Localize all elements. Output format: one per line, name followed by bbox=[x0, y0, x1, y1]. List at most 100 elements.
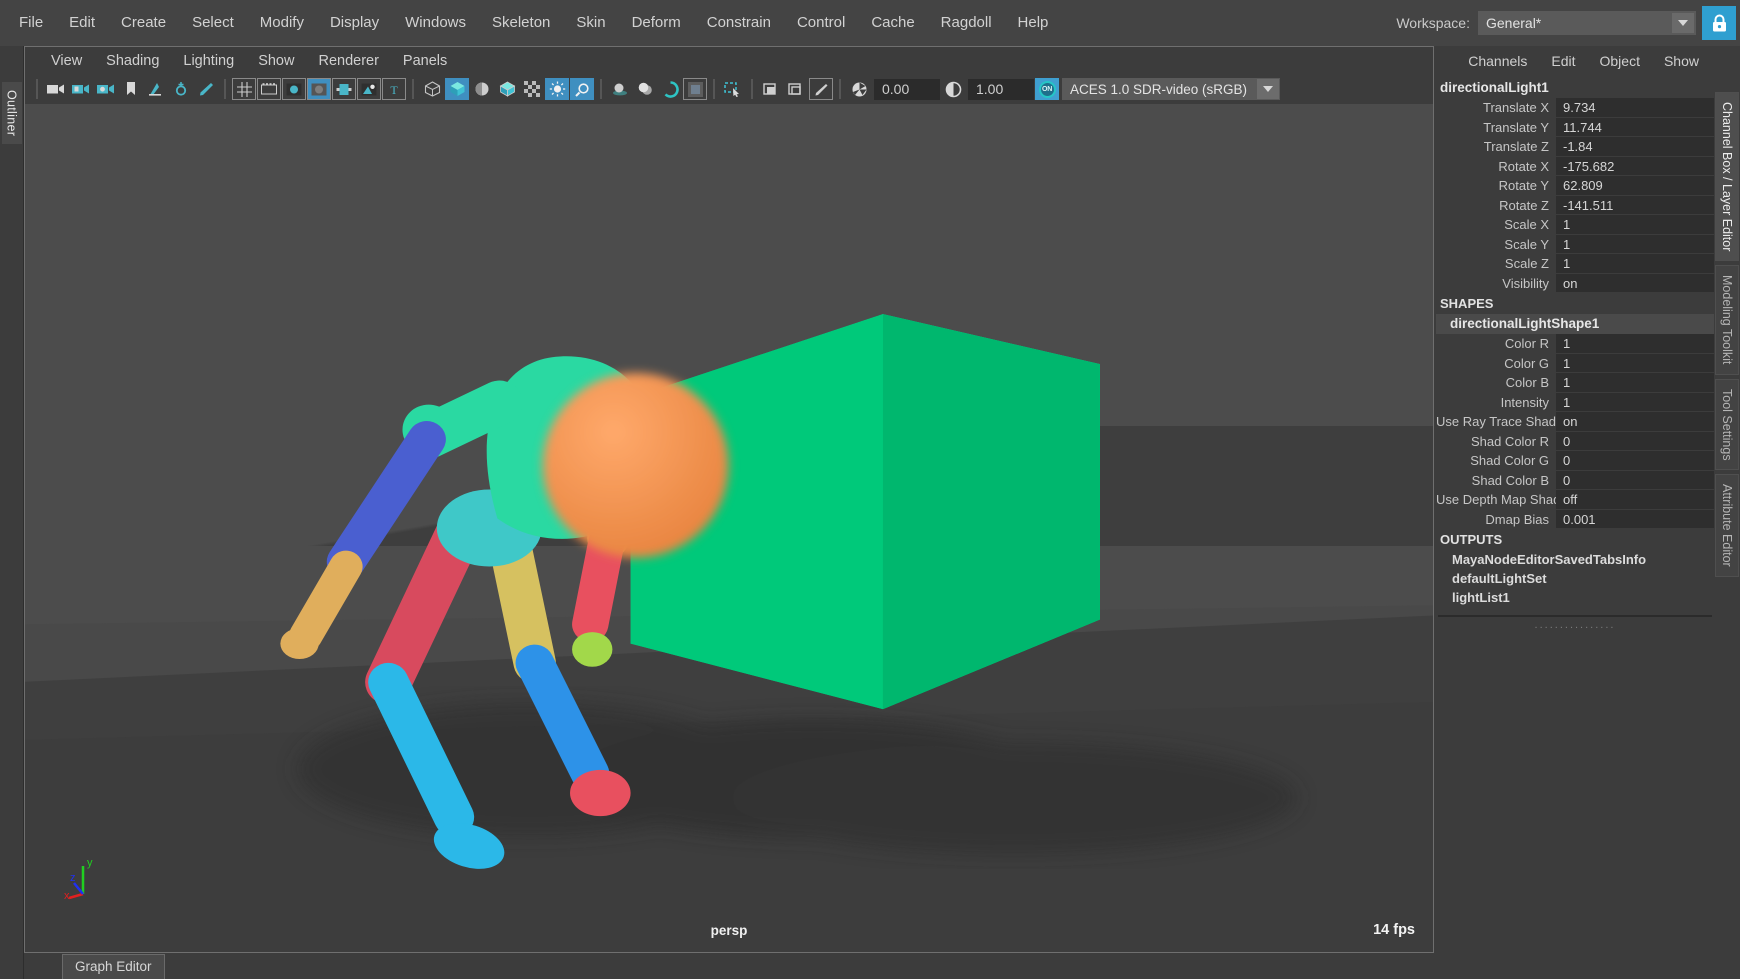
contrast-icon[interactable] bbox=[941, 78, 965, 100]
menu-constrain[interactable]: Constrain bbox=[694, 9, 784, 37]
attr-value[interactable]: 62.809 bbox=[1556, 176, 1714, 196]
channel-box-content[interactable]: directionalLight1 Translate X 9.734 Tran… bbox=[1436, 76, 1714, 979]
attr-value[interactable]: on bbox=[1556, 273, 1714, 293]
channel-box-menu-show[interactable]: Show bbox=[1653, 50, 1710, 72]
x-ray-icon[interactable] bbox=[520, 78, 544, 100]
attr-row-scale-z[interactable]: Scale Z 1 bbox=[1436, 254, 1714, 274]
panel-resize-handle[interactable]: ................ bbox=[1436, 619, 1714, 633]
channel-box-menu-object[interactable]: Object bbox=[1589, 50, 1651, 72]
menu-deform[interactable]: Deform bbox=[619, 9, 694, 37]
workspace-dropdown[interactable]: General* bbox=[1478, 11, 1696, 35]
attr-row-dmap-bias[interactable]: Dmap Bias 0.001 bbox=[1436, 509, 1714, 529]
menu-edit[interactable]: Edit bbox=[56, 9, 108, 37]
use-all-lights-icon[interactable] bbox=[570, 78, 594, 100]
output-item-node-editor-tabs[interactable]: MayaNodeEditorSavedTabsInfo bbox=[1436, 550, 1714, 569]
menu-select[interactable]: Select bbox=[179, 9, 247, 37]
attr-value[interactable]: 1 bbox=[1556, 215, 1714, 235]
panel-menu-show[interactable]: Show bbox=[246, 51, 306, 71]
output-item-default-light-set[interactable]: defaultLightSet bbox=[1436, 569, 1714, 588]
attr-row-rotate-y[interactable]: Rotate Y 62.809 bbox=[1436, 176, 1714, 196]
sidebar-tab-modeling-toolkit[interactable]: Modeling Toolkit bbox=[1715, 265, 1739, 375]
gamma-field[interactable]: 1.00 bbox=[968, 78, 1034, 100]
isolate-select-icon[interactable] bbox=[721, 78, 745, 100]
attr-value[interactable]: on bbox=[1556, 412, 1714, 432]
tab-graph-editor[interactable]: Graph Editor bbox=[62, 954, 165, 979]
layer-editor-empty-area[interactable] bbox=[1438, 615, 1712, 617]
menu-ragdoll[interactable]: Ragdoll bbox=[928, 9, 1005, 37]
attr-row-visibility[interactable]: Visibility on bbox=[1436, 273, 1714, 293]
multisample-anti-aliasing-icon[interactable] bbox=[683, 78, 707, 100]
grid-icon[interactable] bbox=[232, 78, 256, 100]
exposure-reset-icon[interactable] bbox=[809, 78, 833, 100]
menu-skeleton[interactable]: Skeleton bbox=[479, 9, 563, 37]
panel-menu-lighting[interactable]: Lighting bbox=[171, 51, 246, 71]
channel-box-menu-edit[interactable]: Edit bbox=[1540, 50, 1586, 72]
attr-value[interactable]: 1 bbox=[1556, 392, 1714, 412]
attr-row-rotate-x[interactable]: Rotate X -175.682 bbox=[1436, 156, 1714, 176]
attr-value[interactable]: 0 bbox=[1556, 431, 1714, 451]
menu-display[interactable]: Display bbox=[317, 9, 392, 37]
color-space-dropdown[interactable]: ACES 1.0 SDR-video (sRGB) bbox=[1062, 78, 1280, 100]
xray-active-components-icon[interactable] bbox=[784, 78, 808, 100]
output-item-light-list[interactable]: lightList1 bbox=[1436, 588, 1714, 607]
attr-value[interactable]: 11.744 bbox=[1556, 117, 1714, 137]
attr-value[interactable]: 0 bbox=[1556, 451, 1714, 471]
film-gate-icon[interactable] bbox=[257, 78, 281, 100]
shade-flat-icon[interactable] bbox=[470, 78, 494, 100]
paint-effects-icon[interactable] bbox=[194, 78, 218, 100]
panel-menu-renderer[interactable]: Renderer bbox=[306, 51, 390, 71]
attr-row-rotate-z[interactable]: Rotate Z -141.511 bbox=[1436, 195, 1714, 215]
wireframe-on-shaded-icon[interactable] bbox=[495, 78, 519, 100]
menu-modify[interactable]: Modify bbox=[247, 9, 317, 37]
attr-value[interactable]: 1 bbox=[1556, 334, 1714, 354]
color-management-toggle[interactable]: ON bbox=[1035, 78, 1059, 100]
attr-row-shad-color-r[interactable]: Shad Color R 0 bbox=[1436, 431, 1714, 451]
wireframe-icon[interactable] bbox=[420, 78, 444, 100]
xray-joints-icon[interactable] bbox=[759, 78, 783, 100]
attr-row-shad-color-b[interactable]: Shad Color B 0 bbox=[1436, 470, 1714, 490]
chevron-down-icon[interactable] bbox=[1672, 13, 1694, 33]
attr-value[interactable]: -175.682 bbox=[1556, 156, 1714, 176]
use-default-lighting-icon[interactable] bbox=[545, 78, 569, 100]
camera-attributes-icon[interactable] bbox=[69, 78, 93, 100]
menu-cache[interactable]: Cache bbox=[858, 9, 927, 37]
sidebar-tab-outliner[interactable]: Outliner bbox=[1, 82, 22, 145]
attr-row-color-b[interactable]: Color B 1 bbox=[1436, 373, 1714, 393]
select-camera-icon[interactable] bbox=[44, 78, 68, 100]
panel-menu-panels[interactable]: Panels bbox=[391, 51, 459, 71]
attr-row-scale-x[interactable]: Scale X 1 bbox=[1436, 215, 1714, 235]
attr-value[interactable]: 0.001 bbox=[1556, 509, 1714, 529]
smooth-shade-all-icon[interactable] bbox=[445, 78, 469, 100]
menu-create[interactable]: Create bbox=[108, 9, 179, 37]
menu-file[interactable]: File bbox=[6, 9, 56, 37]
image-plane-icon[interactable] bbox=[144, 78, 168, 100]
menu-windows[interactable]: Windows bbox=[392, 9, 479, 37]
channel-box-menu-channels[interactable]: Channels bbox=[1457, 50, 1538, 72]
attr-value[interactable]: -141.511 bbox=[1556, 195, 1714, 215]
attr-value[interactable]: 1 bbox=[1556, 254, 1714, 274]
exposure-field[interactable]: 0.00 bbox=[874, 78, 940, 100]
shadows-icon[interactable] bbox=[608, 78, 632, 100]
safe-title-icon[interactable]: T bbox=[382, 78, 406, 100]
sidebar-tab-channel-box[interactable]: Channel Box / Layer Editor bbox=[1715, 92, 1739, 262]
attr-value[interactable]: 1 bbox=[1556, 234, 1714, 254]
attr-row-scale-y[interactable]: Scale Y 1 bbox=[1436, 234, 1714, 254]
field-chart-icon[interactable] bbox=[332, 78, 356, 100]
attr-value[interactable]: off bbox=[1556, 490, 1714, 510]
chevron-down-icon[interactable] bbox=[1257, 79, 1279, 99]
resolution-gate-icon[interactable] bbox=[282, 78, 306, 100]
sidebar-tab-attribute-editor[interactable]: Attribute Editor bbox=[1715, 474, 1739, 578]
attr-row-use-depth-map-shadows[interactable]: Use Depth Map Shadows off bbox=[1436, 490, 1714, 510]
attr-row-color-r[interactable]: Color R 1 bbox=[1436, 334, 1714, 354]
attr-row-color-g[interactable]: Color G 1 bbox=[1436, 353, 1714, 373]
bookmark-icon[interactable] bbox=[119, 78, 143, 100]
aperture-icon[interactable] bbox=[847, 78, 871, 100]
two-d-pan-zoom-icon[interactable] bbox=[169, 78, 193, 100]
gate-mask-icon[interactable] bbox=[307, 78, 331, 100]
motion-blur-icon[interactable] bbox=[658, 78, 682, 100]
attr-row-shad-color-g[interactable]: Shad Color G 0 bbox=[1436, 451, 1714, 471]
channel-box-shape-name[interactable]: directionalLightShape1 bbox=[1436, 314, 1714, 334]
lock-icon[interactable] bbox=[1702, 6, 1736, 40]
attr-value[interactable]: 1 bbox=[1556, 373, 1714, 393]
menu-help[interactable]: Help bbox=[1005, 9, 1062, 37]
